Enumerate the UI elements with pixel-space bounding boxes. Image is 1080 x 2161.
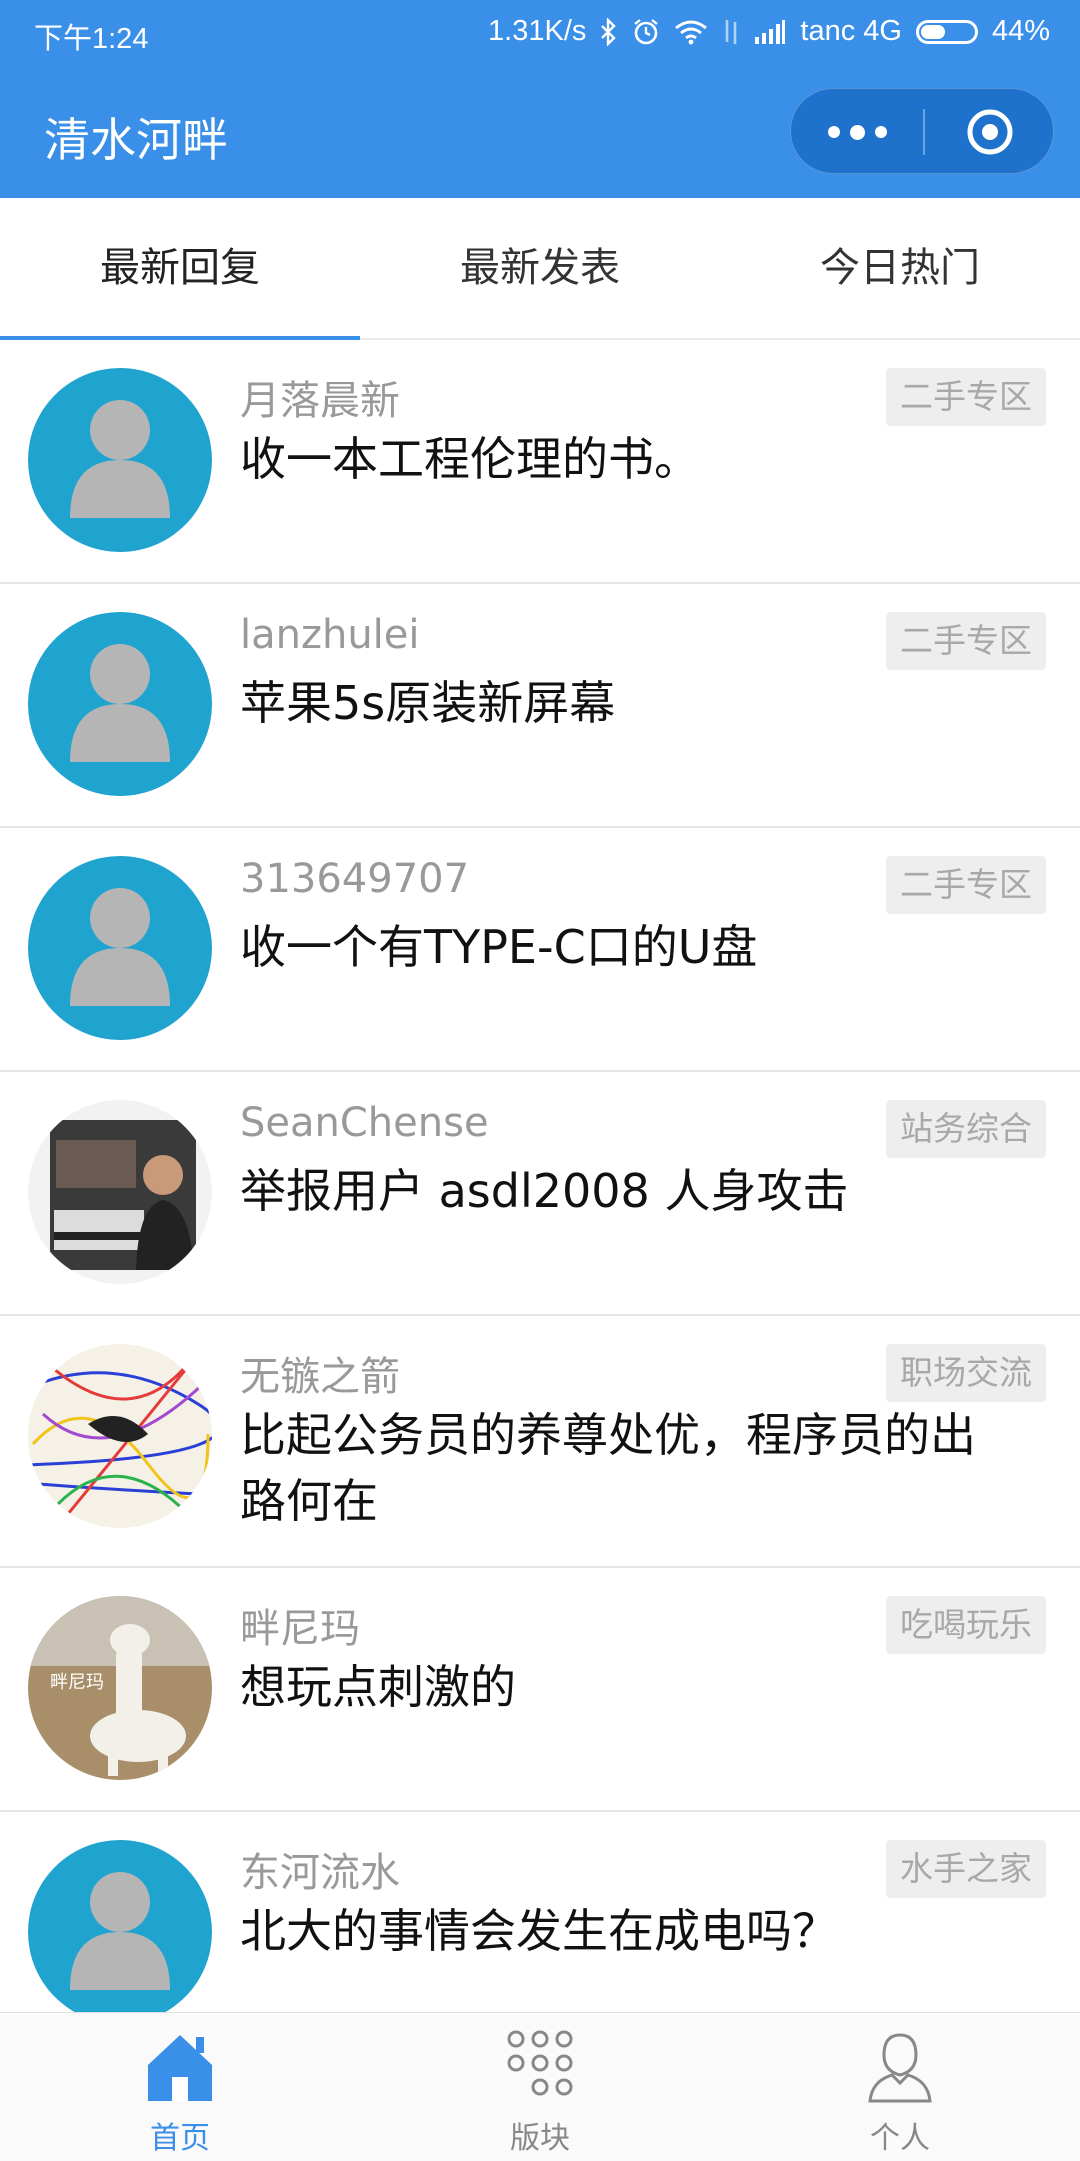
battery-icon	[915, 19, 978, 44]
post-list: 月落晨新 二手专区 收一本工程伦理的书。 lanzhulei 二手专区 苹果5s原装新屏…	[0, 340, 1080, 2012]
target-circle-icon	[967, 109, 1013, 155]
tab-bar: 最新回复 最新发表 今日热门	[0, 198, 1080, 340]
post-title[interactable]: 举报用户 asdl2008 人身攻击	[240, 1158, 1020, 1224]
board-badge[interactable]: 二手专区	[886, 612, 1046, 670]
post-title[interactable]: 收一本工程伦理的书。	[240, 426, 1020, 492]
nav-item-2[interactable]: 版块	[360, 2013, 720, 2161]
app-title: 清水河畔	[44, 113, 228, 167]
list-item[interactable]: 313649707 二手专区 收一个有TYPE-C口的U盘	[0, 828, 1080, 1072]
board-badge[interactable]: 站务综合	[886, 1100, 1046, 1158]
scribble-avatar[interactable]	[28, 1344, 212, 1528]
nav-item-3[interactable]: 个人	[720, 2013, 1080, 2161]
grid-dots-icon	[500, 2027, 580, 2107]
nav-label: 版块	[510, 2121, 570, 2156]
more-dots-icon	[874, 126, 887, 138]
more-button[interactable]	[791, 89, 923, 175]
nav-label: 首页	[150, 2121, 210, 2156]
status-bar: 下午1:24 1.31K/s tanc 4G 44%	[0, 0, 1080, 66]
battery-percent: 44%	[991, 15, 1050, 47]
tab-3[interactable]: 今日热门	[720, 198, 1080, 338]
tab-1[interactable]: 最新回复	[0, 198, 360, 340]
post-title[interactable]: 北大的事情会发生在成电吗？	[240, 1898, 1020, 1964]
alarm-icon	[632, 18, 660, 46]
nav-item-1[interactable]: 首页	[0, 2013, 360, 2161]
default-avatar[interactable]	[28, 856, 212, 1040]
home-icon	[140, 2027, 220, 2107]
board-badge[interactable]: 职场交流	[886, 1344, 1046, 1402]
post-title[interactable]: 比起公务员的养尊处优，程序员的出路何在	[240, 1402, 1020, 1534]
carrier-label: tanc 4G	[800, 15, 902, 47]
post-author: 无镞之箭	[240, 1354, 400, 1400]
list-item[interactable]: lanzhulei 二手专区 苹果5s原装新屏幕	[0, 584, 1080, 828]
board-badge[interactable]: 二手专区	[886, 856, 1046, 914]
post-title[interactable]: 收一个有TYPE-C口的U盘	[240, 914, 1020, 980]
status-right: 1.31K/s tanc 4G 44%	[488, 15, 1050, 48]
signal-icon	[754, 19, 786, 45]
post-author: 313649707	[240, 856, 470, 902]
default-avatar[interactable]	[28, 1840, 212, 2012]
tab-2[interactable]: 最新发表	[360, 198, 720, 338]
alpaca-avatar[interactable]: 畔尼玛	[28, 1596, 212, 1780]
board-badge[interactable]: 吃喝玩乐	[886, 1596, 1046, 1654]
post-author: SeanChense	[240, 1100, 489, 1146]
list-item[interactable]: 无镞之箭 职场交流 比起公务员的养尊处优，程序员的出路何在	[0, 1316, 1080, 1568]
nav-label: 个人	[870, 2121, 930, 2156]
post-title[interactable]: 苹果5s原装新屏幕	[240, 670, 1020, 736]
board-badge[interactable]: 水手之家	[886, 1840, 1046, 1898]
avatar-caption: 畔尼玛	[50, 1672, 104, 1693]
title-bar: 清水河畔	[0, 66, 1080, 198]
close-button[interactable]	[925, 89, 1055, 175]
data-arrows-icon	[722, 18, 740, 46]
list-item[interactable]: 东河流水 水手之家 北大的事情会发生在成电吗？	[0, 1812, 1080, 2012]
network-speed: 1.31K/s	[488, 15, 587, 47]
post-title[interactable]: 想玩点刺激的	[240, 1654, 1020, 1720]
person-icon	[860, 2027, 940, 2107]
default-avatar[interactable]	[28, 612, 212, 796]
list-item[interactable]: 月落晨新 二手专区 收一本工程伦理的书。	[0, 340, 1080, 584]
default-avatar[interactable]	[28, 368, 212, 552]
user-photo-avatar[interactable]	[28, 1100, 212, 1284]
post-author: 东河流水	[240, 1850, 400, 1896]
more-dots-icon	[827, 126, 840, 138]
board-badge[interactable]: 二手专区	[886, 368, 1046, 426]
bluetooth-icon	[600, 17, 618, 46]
status-time: 下午1:24	[34, 23, 149, 55]
post-author: 畔尼玛	[240, 1606, 360, 1652]
miniprogram-capsule	[790, 88, 1054, 174]
post-author: 月落晨新	[240, 378, 400, 424]
bottom-nav: 首页 版块 个人	[0, 2012, 1080, 2161]
post-author: lanzhulei	[240, 612, 420, 658]
wifi-icon	[674, 19, 708, 45]
battery-level	[920, 24, 945, 39]
list-item[interactable]: SeanChense 站务综合 举报用户 asdl2008 人身攻击	[0, 1072, 1080, 1316]
list-item[interactable]: 畔尼玛 畔尼玛 吃喝玩乐 想玩点刺激的	[0, 1568, 1080, 1812]
more-dots-icon	[849, 124, 865, 140]
